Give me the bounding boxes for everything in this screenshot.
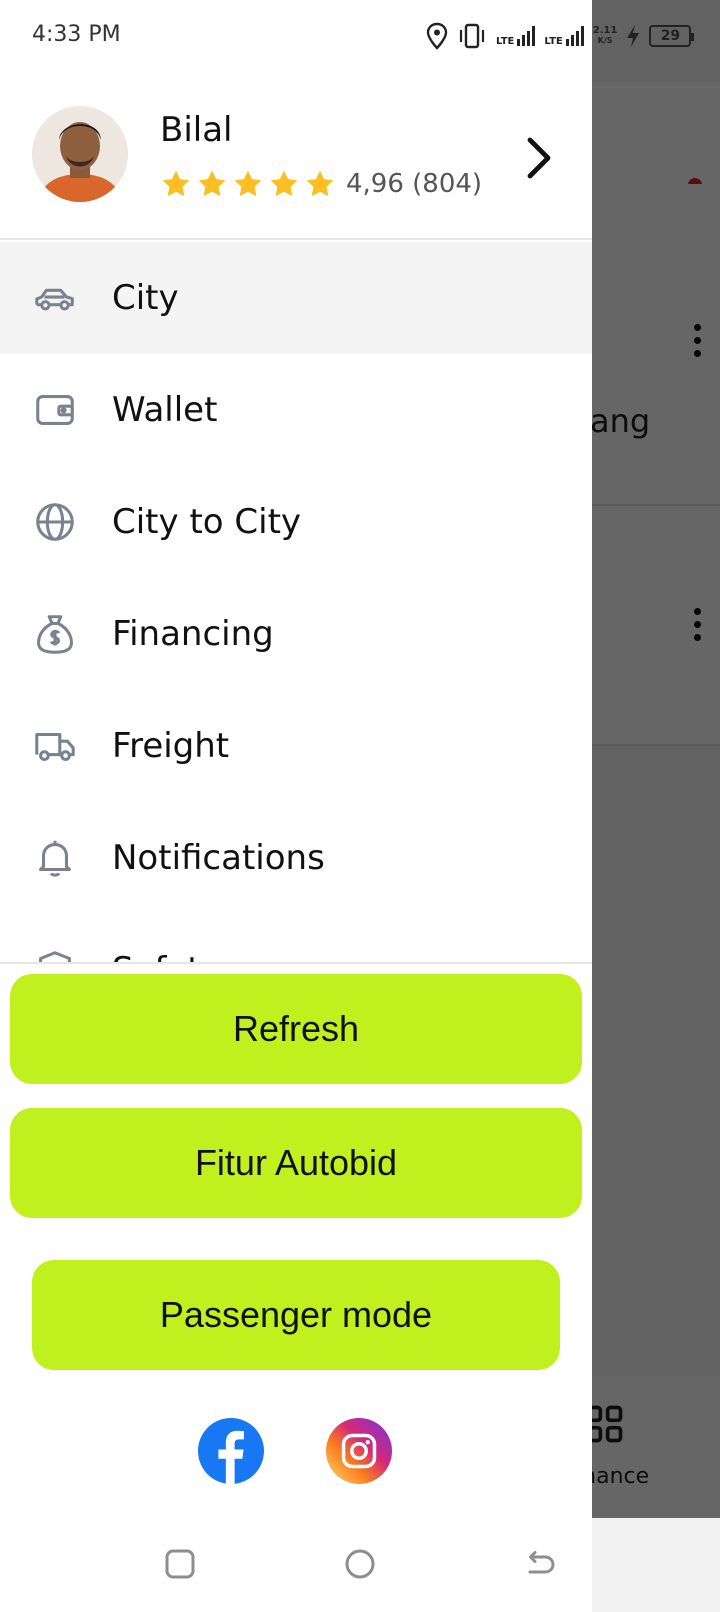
menu-item-wallet[interactable]: Wallet <box>0 354 592 466</box>
profile-header[interactable]: Bilal 4,96 (804) <box>0 82 592 240</box>
menu-item-label: City to City <box>112 502 302 542</box>
navigation-drawer: Bilal 4,96 (804) City Wallet City to Cit… <box>0 0 592 1612</box>
star-icon <box>198 170 226 197</box>
menu-item-freight[interactable]: Freight <box>0 690 592 802</box>
instagram-icon[interactable] <box>326 1418 392 1484</box>
drawer-action-area: Refresh Fitur Autobid Passenger mode <box>0 962 592 1422</box>
profile-name: Bilal <box>160 110 233 150</box>
menu-item-city[interactable]: City <box>0 242 592 354</box>
location-icon <box>426 22 448 50</box>
network-speed: 2.11 K/S <box>593 26 618 46</box>
menu-item-safety[interactable]: Safety <box>0 914 592 962</box>
system-navigation-bar <box>0 1518 592 1612</box>
network-speed-unit: K/S <box>597 36 613 45</box>
network-type-label: LTE <box>544 36 563 47</box>
globe-icon <box>36 503 74 541</box>
recent-apps-icon[interactable] <box>160 1544 200 1584</box>
avatar[interactable] <box>32 106 128 202</box>
drawer-menu: City Wallet City to City Financing Freig… <box>0 242 592 962</box>
signal-2-icon: LTE <box>544 25 584 47</box>
charging-icon <box>627 25 640 47</box>
back-icon[interactable] <box>520 1544 560 1584</box>
truck-icon <box>35 732 75 761</box>
star-icon <box>162 170 190 197</box>
status-icons: LTE LTE 2.11 K/S 29 <box>426 20 695 52</box>
menu-item-label: Safety <box>112 950 221 962</box>
bell-icon <box>39 840 71 877</box>
refresh-button[interactable]: Refresh <box>10 974 582 1084</box>
driver-rating: 4,96 (804) <box>160 168 482 200</box>
rating-text: 4,96 (804) <box>346 169 483 199</box>
status-bar: 4:33 PM LTE LTE 2.11 K/S 29 <box>0 0 720 72</box>
star-icon <box>234 170 262 197</box>
battery-icon: 29 <box>649 25 695 47</box>
star-icon <box>270 170 298 197</box>
vibrate-icon <box>459 23 485 49</box>
star-icon <box>306 170 334 197</box>
facebook-icon[interactable] <box>198 1418 264 1484</box>
menu-item-label: Notifications <box>112 838 325 878</box>
network-speed-value: 2.11 <box>592 25 618 36</box>
car-icon <box>35 288 74 311</box>
autobid-button[interactable]: Fitur Autobid <box>10 1108 582 1218</box>
menu-item-label: Financing <box>112 614 274 654</box>
home-icon[interactable] <box>340 1544 380 1584</box>
shield-icon <box>39 951 71 962</box>
network-type-label: LTE <box>496 36 515 47</box>
chevron-right-icon[interactable] <box>518 134 558 182</box>
menu-item-notifications[interactable]: Notifications <box>0 802 592 914</box>
money-bag-icon <box>37 615 73 654</box>
signal-1-icon: LTE <box>496 25 536 47</box>
menu-item-label: City <box>112 278 179 318</box>
menu-item-label: Freight <box>112 726 230 766</box>
menu-item-label: Wallet <box>112 390 218 430</box>
menu-item-city-to-city[interactable]: City to City <box>0 466 592 578</box>
wallet-icon <box>36 395 74 425</box>
passenger-mode-button[interactable]: Passenger mode <box>32 1260 560 1370</box>
menu-item-financing[interactable]: Financing <box>0 578 592 690</box>
status-time: 4:33 PM <box>32 22 121 47</box>
